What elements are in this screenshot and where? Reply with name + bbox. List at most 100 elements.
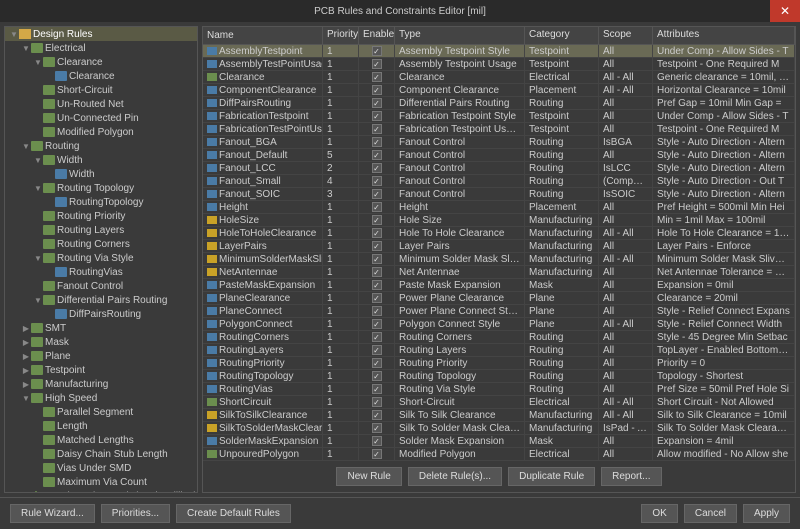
enabled-checkbox[interactable]: ✓ (372, 371, 382, 381)
grid-row[interactable]: Fanout_LCC2✓Fanout ControlRoutingIsLCCSt… (203, 162, 795, 175)
grid-row[interactable]: SolderMaskExpansion1✓Solder Mask Expansi… (203, 435, 795, 448)
grid-row[interactable]: MinimumSolderMaskSliver1✓Minimum Solder … (203, 253, 795, 266)
tree-item[interactable]: ▼Clearance (5, 55, 197, 69)
enabled-checkbox[interactable]: ✓ (372, 98, 382, 108)
tree-twisty-icon[interactable]: ▼ (9, 30, 19, 39)
tree-item[interactable]: Maximum Via Count (5, 475, 197, 489)
enabled-checkbox[interactable]: ✓ (372, 267, 382, 277)
grid-row[interactable]: PolygonConnect1✓Polygon Connect StylePla… (203, 318, 795, 331)
create-default-rules-button[interactable]: Create Default Rules (176, 504, 291, 523)
tree-item[interactable]: Un-Routed Net (5, 97, 197, 111)
grid-row[interactable]: HoleSize1✓Hole SizeManufacturingAllMin =… (203, 214, 795, 227)
tree-item[interactable]: ▼High Speed (5, 391, 197, 405)
grid-row[interactable]: LayerPairs1✓Layer PairsManufacturingAllL… (203, 240, 795, 253)
enabled-checkbox[interactable]: ✓ (372, 306, 382, 316)
new-rule-button[interactable]: New Rule (336, 467, 401, 486)
tree-item[interactable]: Modified Polygon (5, 125, 197, 139)
tree-item[interactable]: DiffPairsRouting (5, 307, 197, 321)
grid-row[interactable]: AssemblyTestpoint1✓Assembly Testpoint St… (203, 45, 795, 58)
enabled-checkbox[interactable]: ✓ (372, 85, 382, 95)
tree-item[interactable]: Daisy Chain Stub Length (5, 447, 197, 461)
tree-item[interactable]: Fanout Control (5, 279, 197, 293)
enabled-checkbox[interactable]: ✓ (372, 358, 382, 368)
enabled-checkbox[interactable]: ✓ (372, 150, 382, 160)
enabled-checkbox[interactable]: ✓ (372, 111, 382, 121)
tree-twisty-icon[interactable]: ▼ (33, 156, 43, 165)
tree-item[interactable]: Parallel Segment (5, 405, 197, 419)
grid-row[interactable]: Fanout_Small4✓Fanout ControlRouting(Comp… (203, 175, 795, 188)
enabled-checkbox[interactable]: ✓ (372, 332, 382, 342)
tree-twisty-icon[interactable]: ▼ (21, 142, 31, 151)
grid-row[interactable]: SilkToSolderMaskClearance1✓Silk To Solde… (203, 422, 795, 435)
grid-row[interactable]: ShortCircuit1✓Short-CircuitElectricalAll… (203, 396, 795, 409)
grid-row[interactable]: RoutingTopology1✓Routing TopologyRouting… (203, 370, 795, 383)
duplicate-rule-button[interactable]: Duplicate Rule (508, 467, 595, 486)
tree-item[interactable]: Routing Corners (5, 237, 197, 251)
tree-item[interactable]: Width (5, 167, 197, 181)
tree-twisty-icon[interactable]: ▼ (33, 184, 43, 193)
grid-row[interactable]: RoutingLayers1✓Routing LayersRoutingAllT… (203, 344, 795, 357)
rules-tree[interactable]: ▼Design Rules▼Electrical▼ClearanceCleara… (4, 26, 198, 493)
enabled-checkbox[interactable]: ✓ (372, 280, 382, 290)
tree-item[interactable]: ▶Manufacturing (5, 377, 197, 391)
tree-twisty-icon[interactable]: ▼ (33, 296, 43, 305)
tree-item[interactable]: Vias Under SMD (5, 461, 197, 475)
enabled-checkbox[interactable]: ✓ (372, 46, 382, 56)
tree-item[interactable]: Routing Priority (5, 209, 197, 223)
tree-item[interactable]: ▶Mask (5, 335, 197, 349)
enabled-checkbox[interactable]: ✓ (372, 436, 382, 446)
tree-item[interactable]: ▶SMT (5, 321, 197, 335)
grid-row[interactable]: DiffPairsRouting1✓Differential Pairs Rou… (203, 97, 795, 110)
rule-wizard-button[interactable]: Rule Wizard... (10, 504, 95, 523)
enabled-checkbox[interactable]: ✓ (372, 319, 382, 329)
tree-item[interactable]: RoutingVias (5, 265, 197, 279)
tree-twisty-icon[interactable]: ▶ (21, 380, 31, 389)
tree-twisty-icon[interactable]: ▼ (21, 44, 31, 53)
tree-item[interactable]: Length (5, 419, 197, 433)
grid-row[interactable]: Fanout_SOIC3✓Fanout ControlRoutingIsSOIC… (203, 188, 795, 201)
grid-row[interactable]: SilkToSilkClearance1✓Silk To Silk Cleara… (203, 409, 795, 422)
enabled-checkbox[interactable]: ✓ (372, 189, 382, 199)
grid-row[interactable]: PlaneConnect1✓Power Plane Connect StyleP… (203, 305, 795, 318)
col-category[interactable]: Category (525, 27, 599, 44)
delete-rule-button[interactable]: Delete Rule(s)... (408, 467, 502, 486)
grid-row[interactable]: Clearance1✓ClearanceElectricalAll - AllG… (203, 71, 795, 84)
enabled-checkbox[interactable]: ✓ (372, 254, 382, 264)
enabled-checkbox[interactable]: ✓ (372, 241, 382, 251)
grid-row[interactable]: UnpouredPolygon1✓Modified PolygonElectri… (203, 448, 795, 461)
enabled-checkbox[interactable]: ✓ (372, 345, 382, 355)
grid-row[interactable]: NetAntennae1✓Net AntennaeManufacturingAl… (203, 266, 795, 279)
apply-button[interactable]: Apply (743, 504, 790, 523)
grid-row[interactable]: HoleToHoleClearance1✓Hole To Hole Cleara… (203, 227, 795, 240)
grid-row[interactable]: PasteMaskExpansion1✓Paste Mask Expansion… (203, 279, 795, 292)
tree-twisty-icon[interactable]: ▶ (21, 366, 31, 375)
enabled-checkbox[interactable]: ✓ (372, 397, 382, 407)
grid-row[interactable]: FabricationTestPointUsage1✓Fabrication T… (203, 123, 795, 136)
col-scope[interactable]: Scope (599, 27, 653, 44)
tree-item[interactable]: RoutingTopology (5, 195, 197, 209)
enabled-checkbox[interactable]: ✓ (372, 228, 382, 238)
col-name[interactable]: Name (203, 27, 323, 44)
tree-item[interactable]: Clearance (5, 69, 197, 83)
col-enabled[interactable]: Enabled (359, 27, 395, 44)
enabled-checkbox[interactable]: ✓ (372, 293, 382, 303)
tree-item[interactable]: ▼Routing Via Style (5, 251, 197, 265)
ok-button[interactable]: OK (641, 504, 677, 523)
tree-item[interactable]: Short-Circuit (5, 83, 197, 97)
grid-row[interactable]: ComponentClearance1✓Component ClearanceP… (203, 84, 795, 97)
priorities-button[interactable]: Priorities... (101, 504, 170, 523)
enabled-checkbox[interactable]: ✓ (372, 384, 382, 394)
tree-item[interactable]: ▶Plane (5, 349, 197, 363)
tree-twisty-icon[interactable]: ▼ (33, 254, 43, 263)
grid-row[interactable]: Fanout_Default5✓Fanout ControlRoutingAll… (203, 149, 795, 162)
close-button[interactable]: ✕ (770, 0, 800, 22)
tree-item[interactable]: ▼Electrical (5, 41, 197, 55)
enabled-checkbox[interactable]: ✓ (372, 72, 382, 82)
grid-row[interactable]: RoutingVias1✓Routing Via StyleRoutingAll… (203, 383, 795, 396)
grid-row[interactable]: AssemblyTestPointUsage1✓Assembly Testpoi… (203, 58, 795, 71)
enabled-checkbox[interactable]: ✓ (372, 449, 382, 459)
grid-row[interactable]: Fanout_BGA1✓Fanout ControlRoutingIsBGASt… (203, 136, 795, 149)
tree-item[interactable]: ▼Routing Topology (5, 181, 197, 195)
tree-item[interactable]: Matched Lengths (5, 433, 197, 447)
grid-row[interactable]: RoutingPriority1✓Routing PriorityRouting… (203, 357, 795, 370)
